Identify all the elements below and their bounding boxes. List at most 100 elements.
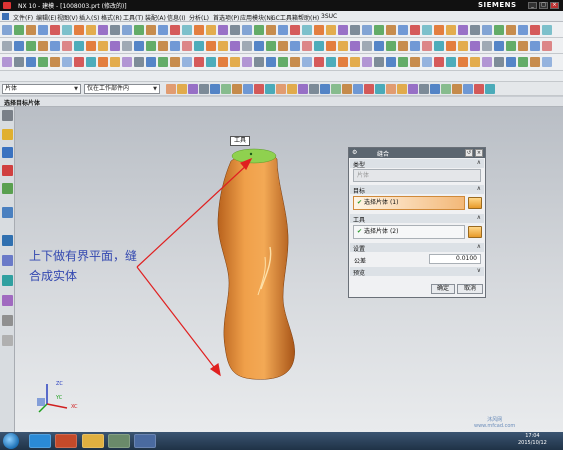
toolbar-tool-icon[interactable] bbox=[182, 41, 192, 51]
toolbar-tool-icon[interactable] bbox=[342, 84, 352, 94]
toolbar-tool-icon[interactable] bbox=[309, 84, 319, 94]
toolbar-tool-icon[interactable] bbox=[243, 84, 253, 94]
toolbar-tool-icon[interactable] bbox=[50, 25, 60, 35]
toolbar-tool-icon[interactable] bbox=[26, 25, 36, 35]
toolbar-tool-icon[interactable] bbox=[350, 25, 360, 35]
toolbar-tool-icon[interactable] bbox=[362, 25, 372, 35]
toolbar-tool-icon[interactable] bbox=[38, 25, 48, 35]
toolbar-tool-icon[interactable] bbox=[110, 25, 120, 35]
toolbar-tool-icon[interactable] bbox=[62, 57, 72, 67]
toolbar-tool-icon[interactable] bbox=[470, 57, 480, 67]
toolbar-tool-icon[interactable] bbox=[302, 57, 312, 67]
toolbar-tool-icon[interactable] bbox=[86, 41, 96, 51]
toolbar-tool-icon[interactable] bbox=[98, 41, 108, 51]
toolbar-tool-icon[interactable] bbox=[86, 25, 96, 35]
toolbar-tool-icon[interactable] bbox=[398, 41, 408, 51]
toolbar-tool-icon[interactable] bbox=[506, 25, 516, 35]
toolbar-tool-icon[interactable] bbox=[86, 57, 96, 67]
toolbar-tool-icon[interactable] bbox=[506, 57, 516, 67]
toolbar-tool-icon[interactable] bbox=[485, 84, 495, 94]
history-icon[interactable] bbox=[2, 255, 13, 266]
toolbar-tool-icon[interactable] bbox=[463, 84, 473, 94]
toolbar-tool-icon[interactable] bbox=[232, 84, 242, 94]
close-icon[interactable]: × bbox=[475, 149, 483, 157]
toolbar-tool-icon[interactable] bbox=[134, 41, 144, 51]
toolbar-tool-icon[interactable] bbox=[302, 41, 312, 51]
toolbar-tool-icon[interactable] bbox=[422, 25, 432, 35]
menu-file[interactable]: 文件(F) bbox=[13, 13, 33, 22]
toolbar-tool-icon[interactable] bbox=[386, 41, 396, 51]
toolbar-tool-icon[interactable] bbox=[265, 84, 275, 94]
toolbar-tool-icon[interactable] bbox=[542, 41, 552, 51]
top-planar-face[interactable] bbox=[231, 148, 277, 164]
toolbar-tool-icon[interactable] bbox=[242, 25, 252, 35]
taskbar-explorer-icon[interactable] bbox=[82, 434, 104, 448]
toolbar-tool-icon[interactable] bbox=[182, 25, 192, 35]
toolbar-tool-icon[interactable] bbox=[242, 57, 252, 67]
toolbar-tool-icon[interactable] bbox=[122, 57, 132, 67]
toolbar-tool-icon[interactable] bbox=[182, 57, 192, 67]
toolbar-tool-icon[interactable] bbox=[218, 41, 228, 51]
toolbar-tool-icon[interactable] bbox=[230, 41, 240, 51]
toolbar-tool-icon[interactable] bbox=[302, 25, 312, 35]
toolbar-tool-icon[interactable] bbox=[422, 41, 432, 51]
cancel-button[interactable]: 取消 bbox=[457, 284, 483, 294]
toolbar-tool-icon[interactable] bbox=[188, 84, 198, 94]
toolbar-tool-icon[interactable] bbox=[278, 57, 288, 67]
toolbar-tool-icon[interactable] bbox=[298, 84, 308, 94]
menu-assemblies[interactable]: 装配(A) bbox=[145, 13, 166, 22]
collapse-icon[interactable]: ∧ bbox=[477, 159, 481, 166]
toolbar-tool-icon[interactable] bbox=[242, 41, 252, 51]
toolbar-tool-icon[interactable] bbox=[374, 41, 384, 51]
toolbar-tool-icon[interactable] bbox=[452, 84, 462, 94]
menu-help[interactable]: 帮助(H) bbox=[298, 13, 319, 22]
toolbar-tool-icon[interactable] bbox=[146, 41, 156, 51]
toolbar-tool-icon[interactable] bbox=[266, 25, 276, 35]
type-dropdown[interactable]: 片体 bbox=[353, 169, 481, 182]
menu-preferences[interactable]: 首选项(P) bbox=[213, 13, 239, 22]
toolbar-tool-icon[interactable] bbox=[314, 25, 324, 35]
toolbar-tool-icon[interactable] bbox=[290, 41, 300, 51]
toolbar-tool-icon[interactable] bbox=[408, 84, 418, 94]
part-navigator-icon[interactable] bbox=[2, 165, 13, 176]
toolbar-tool-icon[interactable] bbox=[338, 57, 348, 67]
toolbar-tool-icon[interactable] bbox=[446, 41, 456, 51]
toolbar-tool-icon[interactable] bbox=[230, 25, 240, 35]
toolbar-tool-icon[interactable] bbox=[38, 57, 48, 67]
toolbar-tool-icon[interactable] bbox=[2, 25, 12, 35]
menu-format[interactable]: 格式(R) bbox=[101, 13, 122, 22]
roles-icon[interactable] bbox=[2, 315, 13, 326]
toolbar-tool-icon[interactable] bbox=[230, 57, 240, 67]
toolbar-tool-icon[interactable] bbox=[434, 41, 444, 51]
toolbar-tool-icon[interactable] bbox=[218, 25, 228, 35]
toolbar-tool-icon[interactable] bbox=[158, 41, 168, 51]
taskbar-app-icon[interactable] bbox=[108, 434, 130, 448]
toolbar-tool-icon[interactable] bbox=[62, 41, 72, 51]
taskbar-nx-icon[interactable] bbox=[55, 434, 77, 448]
menu-insert[interactable]: 插入(S) bbox=[79, 13, 100, 22]
section-target-header[interactable]: 目标 ∧ bbox=[350, 185, 484, 195]
toolbar-tool-icon[interactable] bbox=[14, 57, 24, 67]
toolbar-tool-icon[interactable] bbox=[374, 57, 384, 67]
taskbar-window-icon[interactable] bbox=[134, 434, 156, 448]
toolbar-tool-icon[interactable] bbox=[110, 57, 120, 67]
toolbar-tool-icon[interactable] bbox=[542, 57, 552, 67]
toolbar-tool-icon[interactable] bbox=[320, 84, 330, 94]
toolbar-tool-icon[interactable] bbox=[446, 25, 456, 35]
manufacturing-wizards-icon[interactable] bbox=[2, 295, 13, 306]
toolbar-tool-icon[interactable] bbox=[470, 25, 480, 35]
menu-3suc[interactable]: 3SUC bbox=[321, 13, 337, 20]
clock[interactable]: 17:04 2015/10/12 bbox=[518, 433, 547, 447]
toolbar-tool-icon[interactable] bbox=[386, 57, 396, 67]
toolbar-tool-icon[interactable] bbox=[530, 41, 540, 51]
toolbar-tool-icon[interactable] bbox=[276, 84, 286, 94]
gear-icon[interactable]: ⚙ bbox=[352, 149, 357, 156]
toolbar-tool-icon[interactable] bbox=[74, 25, 84, 35]
constraint-navigator-icon[interactable] bbox=[2, 147, 13, 158]
toolbar-tool-icon[interactable] bbox=[494, 41, 504, 51]
toolbar-tool-icon[interactable] bbox=[362, 57, 372, 67]
toolbar-tool-icon[interactable] bbox=[50, 41, 60, 51]
toolbar-tool-icon[interactable] bbox=[398, 57, 408, 67]
toolbar-tool-icon[interactable] bbox=[278, 41, 288, 51]
toolbar-tool-icon[interactable] bbox=[170, 25, 180, 35]
